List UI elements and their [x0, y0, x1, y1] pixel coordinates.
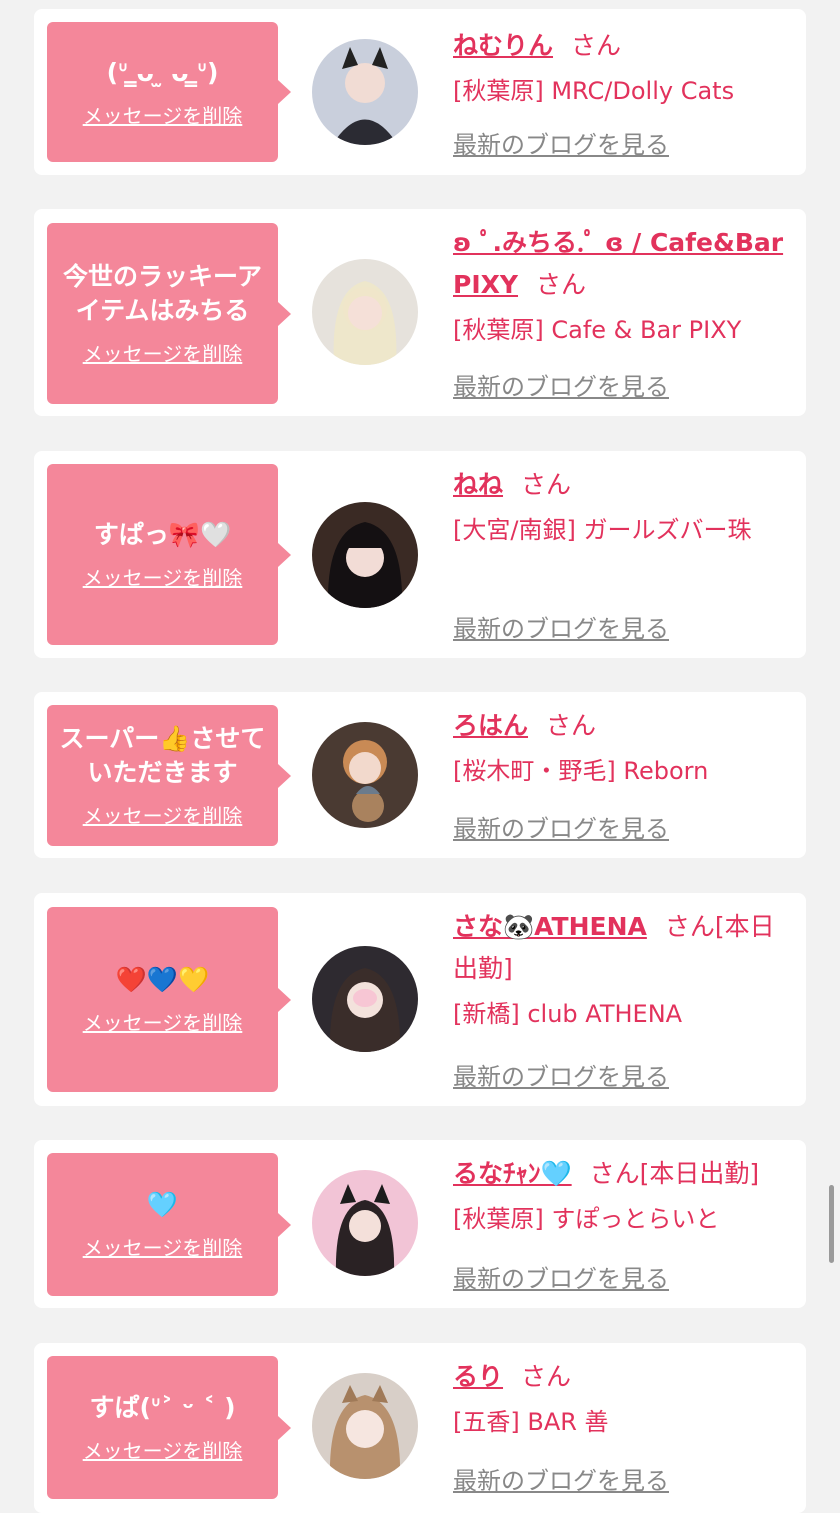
honorific: さん: [521, 1362, 572, 1391]
message-card: すぱっ🎀🤍 メッセージを削除 ねね さん [大宮/南銀] ガールズバー珠 最新のブ…: [34, 451, 806, 658]
latest-blog-link[interactable]: 最新のブログを見る: [453, 1461, 669, 1496]
message-bubble: 今世のラッキーアイテムはみちる メッセージを削除: [47, 223, 291, 404]
message-text: すぱ(ᐡ˃ ᵕ ˂ ): [89, 1393, 236, 1422]
honorific: さん: [546, 711, 597, 740]
message-text: (ᐡ ̳ᴗ ̫ ᴗ ̳ᐡ): [106, 57, 219, 87]
delete-message-link[interactable]: メッセージを削除: [83, 1232, 243, 1261]
honorific: さん: [521, 470, 572, 499]
latest-blog-link[interactable]: 最新のブログを見る: [453, 1057, 669, 1092]
message-text: 🩵: [146, 1190, 179, 1219]
latest-blog-link[interactable]: 最新のブログを見る: [453, 1259, 669, 1294]
message-text: ❤️💙💛: [115, 965, 210, 994]
girl-name-link[interactable]: ねね: [453, 470, 503, 499]
message-bubble: (ᐡ ̳ᴗ ̫ ᴗ ̳ᐡ) メッセージを削除: [47, 22, 291, 162]
delete-message-link[interactable]: メッセージを削除: [83, 338, 243, 367]
shop-text: [秋葉原] Cafe & Bar PIXY: [453, 316, 742, 344]
status-text: [本日出勤]: [639, 1159, 760, 1188]
girl-name-link[interactable]: ʚ ﾟ.みちる.ﾟ ɞ / Cafe&Bar PIXY: [453, 228, 783, 299]
honorific: さん: [571, 31, 622, 60]
message-bubble: 🩵 メッセージを削除: [47, 1153, 291, 1296]
avatar[interactable]: [312, 259, 418, 365]
girl-name-link[interactable]: ろはん: [453, 711, 528, 740]
delete-message-link[interactable]: メッセージを削除: [83, 1007, 243, 1036]
latest-blog-link[interactable]: 最新のブログを見る: [453, 125, 669, 160]
honorific: さん: [536, 270, 587, 299]
scrollbar[interactable]: [829, 1185, 834, 1263]
girl-name-link[interactable]: るり: [453, 1362, 503, 1391]
message-card: 🩵 メッセージを削除 るなﾁｬﾝ🩵 さん[本日出勤] [秋葉原] すぽっとらいと …: [34, 1140, 806, 1308]
delete-message-link[interactable]: メッセージを削除: [83, 562, 243, 591]
message-text: 今世のラッキーアイテムはみちる: [62, 262, 262, 325]
avatar[interactable]: [312, 502, 418, 608]
girl-name-link[interactable]: さな🐼ATHENA: [453, 912, 647, 941]
shop-text: [五香] BAR 善: [453, 1408, 609, 1436]
delete-message-link[interactable]: メッセージを削除: [83, 800, 243, 829]
girl-name-link[interactable]: るなﾁｬﾝ🩵: [453, 1159, 572, 1188]
shop-text: [秋葉原] すぽっとらいと: [453, 1205, 720, 1233]
avatar[interactable]: [312, 39, 418, 145]
message-bubble: すぱ(ᐡ˃ ᵕ ˂ ) メッセージを削除: [47, 1356, 291, 1499]
message-bubble: ❤️💙💛 メッセージを削除: [47, 907, 291, 1092]
avatar[interactable]: [312, 722, 418, 828]
latest-blog-link[interactable]: 最新のブログを見る: [453, 367, 669, 402]
girl-name-link[interactable]: ねむりん: [453, 31, 553, 60]
message-text: すぱっ🎀🤍: [93, 520, 232, 549]
message-card: スーパー👍させていただきます メッセージを削除 ろはん さん [桜木町・野毛] R…: [34, 692, 806, 858]
latest-blog-link[interactable]: 最新のブログを見る: [453, 609, 669, 644]
shop-text: [大宮/南銀] ガールズバー珠: [453, 516, 752, 544]
shop-text: [桜木町・野毛] Reborn: [453, 757, 709, 785]
honorific: さん: [589, 1159, 640, 1188]
message-card: 今世のラッキーアイテムはみちる メッセージを削除 ʚ ﾟ.みちる.ﾟ ɞ / C…: [34, 209, 806, 416]
message-bubble: すぱっ🎀🤍 メッセージを削除: [47, 464, 291, 645]
message-card: ❤️💙💛 メッセージを削除 さな🐼ATHENA さん[本日出勤] [新橋] clu…: [34, 893, 806, 1106]
delete-message-link[interactable]: メッセージを削除: [83, 100, 243, 129]
delete-message-link[interactable]: メッセージを削除: [83, 1435, 243, 1464]
avatar[interactable]: [312, 1373, 418, 1479]
shop-text: [新橋] club ATHENA: [453, 1000, 683, 1028]
honorific: さん: [664, 912, 715, 941]
message-bubble: スーパー👍させていただきます メッセージを削除: [47, 705, 291, 846]
message-card: すぱ(ᐡ˃ ᵕ ˂ ) メッセージを削除 るり さん [五香] BAR 善 最新の…: [34, 1343, 806, 1513]
shop-text: [秋葉原] MRC/Dolly Cats: [453, 77, 735, 105]
avatar[interactable]: [312, 1170, 418, 1276]
message-text: スーパー👍させていただきます: [59, 724, 266, 787]
message-card: (ᐡ ̳ᴗ ̫ ᴗ ̳ᐡ) メッセージを削除 ねむりん さん [秋葉原] MRC/…: [34, 9, 806, 175]
latest-blog-link[interactable]: 最新のブログを見る: [453, 809, 669, 844]
avatar[interactable]: [312, 946, 418, 1052]
